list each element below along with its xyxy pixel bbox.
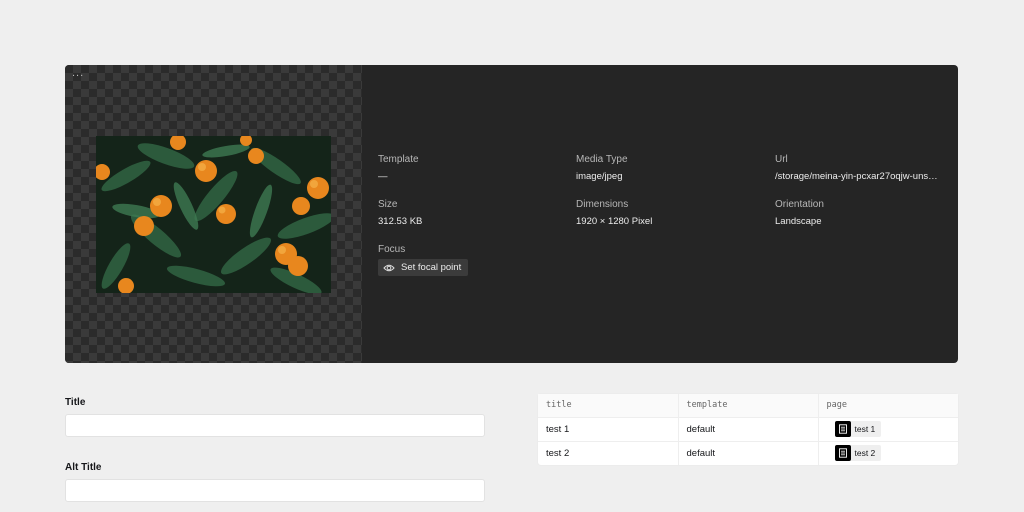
info-value[interactable]: /storage/meina-yin-pcxar27oqjw-unsplash.… (775, 170, 940, 183)
column-header-title[interactable]: title (538, 394, 679, 418)
cell-template: default (678, 441, 819, 465)
page-icon (834, 445, 851, 462)
column-header-page[interactable]: page (818, 394, 958, 418)
column-header-template[interactable]: template (678, 394, 819, 418)
title-input[interactable] (65, 414, 485, 437)
alt-title-label: Alt Title (65, 462, 102, 473)
info-value: 1920 × 1280 Pixel (576, 216, 653, 227)
set-focal-point-button[interactable]: Set focal point (378, 259, 469, 276)
cell-template: default (678, 417, 819, 442)
info-template: Template — (378, 153, 558, 183)
page-icon (834, 421, 851, 437)
info-label: Orientation (775, 199, 824, 210)
info-label: Dimensions (576, 199, 629, 210)
set-focal-point-label: Set focal point (401, 262, 462, 273)
file-info: Template — Media Type image/jpeg Url /st… (378, 153, 948, 283)
cell-page: test 1 (818, 417, 958, 442)
eye-icon (383, 264, 395, 271)
info-value: image/jpeg (576, 171, 623, 182)
page-chip-label: test 1 (854, 424, 876, 434)
options-menu-icon[interactable]: ... (72, 67, 84, 79)
page-chip[interactable]: test 2 (834, 445, 882, 462)
cell-title: test 1 (538, 417, 679, 442)
info-size: Size 312.53 KB (378, 198, 558, 228)
kumquat-photo (96, 136, 331, 293)
page-chip-label: test 2 (854, 448, 876, 459)
usage-table: title template page test 1 default test … (538, 394, 958, 465)
image-thumbnail (96, 136, 331, 293)
info-label: Media Type (576, 154, 628, 165)
info-focus: Focus Set focal point (378, 243, 558, 279)
info-media-type: Media Type image/jpeg (576, 153, 756, 183)
info-value: — (378, 171, 388, 182)
info-url: Url /storage/meina-yin-pcxar27oqjw-unspl… (775, 153, 940, 183)
media-panel: ... Template — Media Type image/jpeg Url… (65, 65, 958, 363)
info-label: Url (775, 154, 788, 165)
info-label: Focus (378, 244, 406, 255)
info-label: Size (378, 199, 398, 210)
info-value: Landscape (775, 216, 822, 227)
cell-page: test 2 (818, 441, 958, 465)
table-header-row: title template page (538, 394, 958, 418)
info-value: 312.53 KB (378, 216, 423, 227)
info-orientation: Orientation Landscape (775, 198, 940, 228)
table-row[interactable]: test 2 default test 2 (538, 441, 958, 465)
alt-title-input[interactable] (65, 479, 485, 502)
table-row[interactable]: test 1 default test 1 (538, 417, 958, 442)
cell-title: test 2 (538, 441, 679, 465)
image-preview: ... (65, 65, 362, 363)
page-chip[interactable]: test 1 (834, 421, 882, 437)
info-dimensions: Dimensions 1920 × 1280 Pixel (576, 198, 756, 228)
title-label: Title (65, 397, 86, 408)
info-label: Template (378, 154, 419, 165)
